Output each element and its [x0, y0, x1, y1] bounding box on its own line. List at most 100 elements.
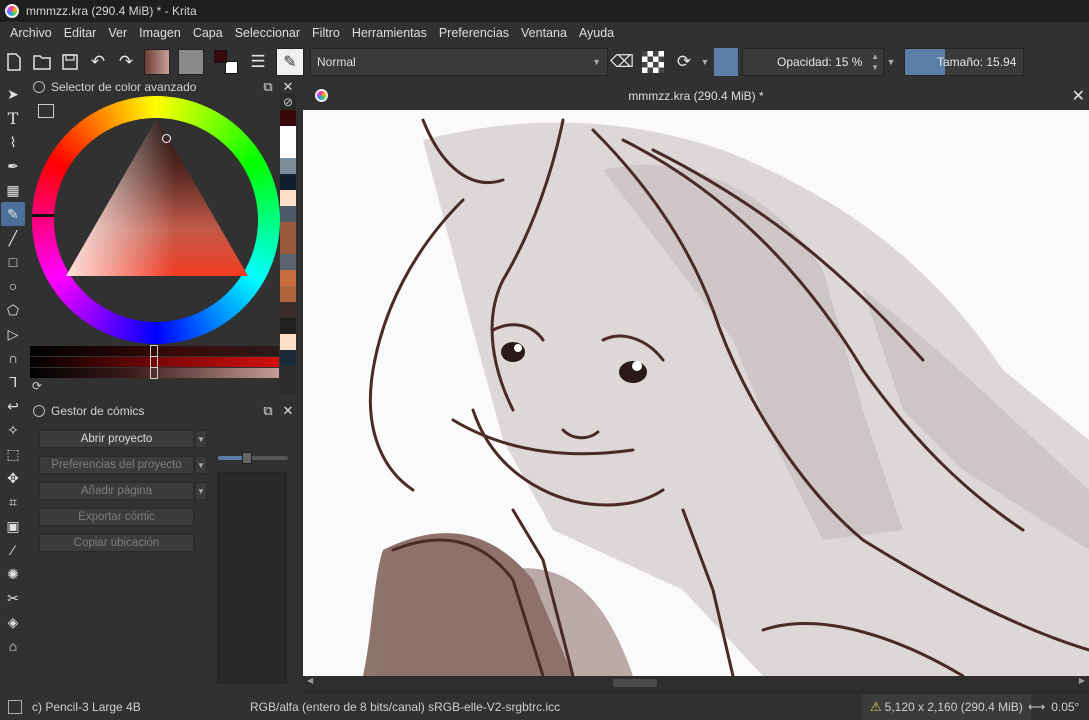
palette-swatch[interactable]: [280, 334, 296, 350]
color-wheel[interactable]: [32, 96, 280, 344]
palette-swatch[interactable]: [280, 350, 296, 366]
close-panel-icon[interactable]: ✕: [278, 79, 298, 95]
gradient-swatch[interactable]: [144, 49, 170, 75]
document-tab[interactable]: mmmzz.kra (290.4 MiB) * ✕: [303, 82, 1089, 110]
palette-swatch[interactable]: [280, 158, 296, 174]
export-comic-button[interactable]: Exportar cómic: [39, 508, 194, 526]
menu-editar[interactable]: Editar: [58, 26, 103, 40]
chevron-down-icon[interactable]: ▼: [698, 48, 712, 76]
text-tool-icon[interactable]: T: [1, 106, 25, 130]
new-document-icon[interactable]: [0, 48, 28, 76]
palette-swatch[interactable]: [280, 318, 296, 334]
polyline-tool-icon[interactable]: ▷: [1, 322, 25, 346]
color-slider-2[interactable]: [30, 356, 279, 368]
palette-swatch[interactable]: [280, 206, 296, 222]
palette-swatch[interactable]: [280, 254, 296, 270]
scrollbar-thumb[interactable]: [613, 679, 657, 687]
pattern-swatch[interactable]: [178, 49, 204, 75]
palette-swatch[interactable]: [280, 286, 296, 302]
open-project-button[interactable]: Abrir proyecto ▼: [39, 430, 207, 448]
menu-imagen[interactable]: Imagen: [133, 26, 187, 40]
menu-preferencias[interactable]: Preferencias: [433, 26, 515, 40]
undo-icon[interactable]: ↶: [84, 48, 112, 76]
project-settings-button[interactable]: Preferencias del proyecto ▼: [39, 456, 207, 474]
menu-ventana[interactable]: Ventana: [515, 26, 573, 40]
ellipse-tool-icon[interactable]: ○: [1, 274, 25, 298]
eraser-icon[interactable]: ⌫: [608, 48, 636, 76]
chevron-down-icon[interactable]: ▼: [195, 456, 207, 474]
hue-handle[interactable]: [32, 214, 54, 217]
scroll-left-icon[interactable]: ◀: [307, 676, 313, 685]
save-icon[interactable]: [56, 48, 84, 76]
reload-preset-icon[interactable]: ⟳: [670, 48, 698, 76]
gradient-tool-icon[interactable]: ▣: [1, 514, 25, 538]
refresh-icon[interactable]: ⟳: [32, 379, 42, 393]
size-slider[interactable]: Tamaño: 15.94: [904, 48, 1024, 76]
alpha-lock-icon[interactable]: [642, 51, 664, 73]
polygon-tool-icon[interactable]: ⬠: [1, 298, 25, 322]
palette-swatch[interactable]: [280, 238, 296, 254]
line-tool-icon[interactable]: ╱: [1, 226, 25, 250]
calligraphy-tool-icon[interactable]: ✒: [1, 154, 25, 178]
menu-herramientas[interactable]: Herramientas: [346, 26, 433, 40]
drawing-canvas[interactable]: [303, 110, 1089, 676]
clear-color-icon[interactable]: ⊘: [280, 94, 296, 110]
image-dimensions[interactable]: ⚠ 5,120 x 2,160 (290.4 MiB): [862, 694, 1031, 720]
slider-thumb[interactable]: [150, 367, 158, 379]
freehand-path-tool-icon[interactable]: ᒣ: [1, 370, 25, 394]
menu-capa[interactable]: Capa: [187, 26, 229, 40]
chevron-down-icon[interactable]: ▼: [195, 430, 207, 448]
page-size-slider-knob[interactable]: [242, 452, 252, 464]
rotation-indicator[interactable]: ⟷ 0.05°: [1028, 694, 1079, 720]
triangle-handle[interactable]: [162, 134, 171, 143]
select-shapes-tool-icon[interactable]: ➤: [1, 82, 25, 106]
freehand-brush-tool-icon[interactable]: ✎: [1, 202, 25, 226]
rectangle-tool-icon[interactable]: □: [1, 250, 25, 274]
brush-preset-status-icon[interactable]: [8, 700, 22, 714]
palette-swatch[interactable]: [280, 174, 296, 190]
palette-swatch[interactable]: [280, 222, 296, 238]
multibrush-tool-icon[interactable]: ✧: [1, 418, 25, 442]
menu-seleccionar[interactable]: Seleccionar: [229, 26, 306, 40]
chevron-down-icon[interactable]: ▼: [195, 482, 207, 500]
redo-icon[interactable]: ↷: [112, 48, 140, 76]
bezier-tool-icon[interactable]: ∩: [1, 346, 25, 370]
close-document-icon[interactable]: ✕: [1072, 86, 1085, 106]
blend-mode-select[interactable]: Normal ▼: [310, 48, 608, 76]
add-page-button[interactable]: Añadir página ▼: [39, 482, 207, 500]
menu-filtro[interactable]: Filtro: [306, 26, 346, 40]
menu-archivo[interactable]: Archivo: [4, 26, 58, 40]
transform-tool-icon[interactable]: ⬚: [1, 442, 25, 466]
copy-location-button[interactable]: Copiar ubicación: [39, 534, 194, 552]
opacity-slider[interactable]: Opacidad: 15 % ▲ ▼: [742, 48, 884, 76]
foreground-color-swatch[interactable]: [214, 50, 227, 63]
float-panel-icon[interactable]: ⧉: [258, 403, 278, 419]
palette-swatch[interactable]: [280, 270, 296, 286]
open-folder-icon[interactable]: [28, 48, 56, 76]
close-panel-icon[interactable]: ✕: [278, 403, 298, 419]
brush-preset-icon[interactable]: ✎: [276, 48, 304, 76]
colorize-mask-tool-icon[interactable]: ✂: [1, 586, 25, 610]
palette-swatch[interactable]: [280, 190, 296, 206]
dynamic-brush-tool-icon[interactable]: ↩: [1, 394, 25, 418]
menu-ver[interactable]: Ver: [102, 26, 133, 40]
palette-swatch[interactable]: [280, 302, 296, 318]
horizontal-scrollbar[interactable]: ◀ ▶: [303, 676, 1089, 690]
palette-swatch[interactable]: [280, 142, 296, 158]
page-size-slider[interactable]: [218, 452, 288, 464]
assistant-tool-icon[interactable]: ▦: [1, 178, 25, 202]
move-tool-icon[interactable]: ✥: [1, 466, 25, 490]
color-picker-tool-icon[interactable]: ⁄: [1, 538, 25, 562]
float-panel-icon[interactable]: ⧉: [258, 79, 278, 95]
foreground-background-color[interactable]: [212, 48, 240, 76]
palette-swatch[interactable]: [280, 110, 296, 126]
edit-shapes-tool-icon[interactable]: ⌇: [1, 130, 25, 154]
scroll-right-icon[interactable]: ▶: [1079, 676, 1085, 685]
brush-editor-icon[interactable]: ☰: [244, 48, 272, 76]
chevron-down-icon[interactable]: ▼: [884, 48, 898, 76]
crop-tool-icon[interactable]: ⌗: [1, 490, 25, 514]
color-slider-1[interactable]: [30, 345, 279, 357]
opacity-spinner-icon[interactable]: ▲ ▼: [871, 51, 879, 73]
more-tools-icon[interactable]: ⌂: [1, 634, 25, 658]
comic-page-list[interactable]: [217, 472, 287, 684]
